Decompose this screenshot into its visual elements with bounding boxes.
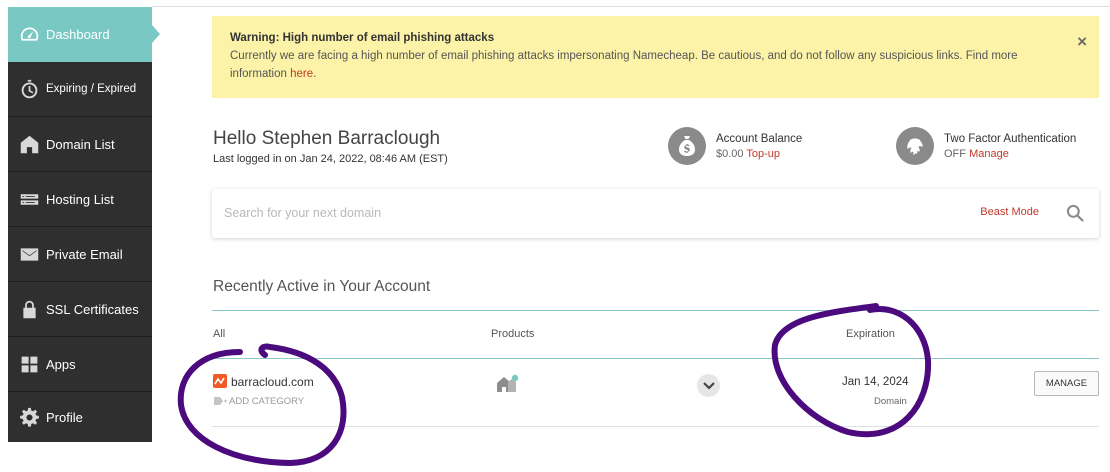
close-icon[interactable]: ×	[1077, 32, 1087, 52]
table-header-divider	[212, 358, 1099, 359]
column-header-expiration[interactable]: Expiration	[846, 328, 895, 340]
sidebar: Dashboard Expiring / Expired Domain List…	[8, 7, 160, 442]
sidebar-item-private-email[interactable]: Private Email	[8, 227, 152, 282]
last-login-text: Last logged in on Jan 24, 2022, 08:46 AM…	[213, 153, 448, 165]
stopwatch-icon	[18, 78, 40, 100]
sidebar-item-label: SSL Certificates	[46, 301, 139, 317]
sidebar-item-apps[interactable]: Apps	[8, 337, 152, 392]
two-factor-status: OFF	[944, 147, 966, 160]
beast-mode-link[interactable]: Beast Mode	[980, 206, 1039, 218]
account-balance-title: Account Balance	[716, 132, 803, 145]
fingerprint-icon	[896, 127, 934, 165]
two-factor-manage-link[interactable]: Manage	[969, 148, 1009, 160]
greeting-title: Hello Stephen Barraclough	[213, 128, 441, 149]
expand-row-button[interactable]	[697, 374, 720, 397]
active-indicator	[152, 25, 160, 43]
section-divider	[212, 310, 1099, 311]
sidebar-item-ssl-certificates[interactable]: SSL Certificates	[8, 282, 152, 337]
home-icon	[18, 133, 40, 155]
warning-title: Warning: High number of email phishing a…	[230, 32, 495, 44]
sidebar-item-label: Profile	[46, 409, 83, 425]
search-icon[interactable]	[1065, 203, 1085, 223]
money-bag-icon	[668, 127, 706, 165]
chevron-down-icon	[702, 381, 715, 390]
sidebar-item-label: Private Email	[46, 246, 123, 262]
phishing-warning-banner: Warning: High number of email phishing a…	[212, 16, 1099, 98]
sidebar-item-label: Domain List	[46, 136, 115, 152]
two-factor-title: Two Factor Authentication	[944, 132, 1077, 145]
domain-name[interactable]: barracloud.com	[231, 375, 314, 389]
recently-active-title: Recently Active in Your Account	[213, 278, 431, 295]
expiration-date: Jan 14, 2024	[842, 376, 909, 388]
search-input[interactable]	[224, 202, 924, 224]
add-category-link[interactable]: ADD CATEGORY	[229, 396, 304, 407]
sidebar-item-dashboard[interactable]: Dashboard	[8, 7, 160, 62]
gear-icon	[18, 406, 40, 428]
account-balance-value: $0.00	[716, 147, 744, 160]
warning-more-info-link[interactable]: here	[290, 68, 313, 80]
row-divider	[212, 426, 1099, 427]
top-up-link[interactable]: Top-up	[746, 148, 780, 160]
tag-plus-icon[interactable]	[214, 396, 227, 406]
domain-product-icon	[497, 374, 519, 392]
domain-search-bar: Beast Mode	[212, 189, 1099, 238]
annotation-circle-expiration	[771, 303, 932, 438]
sidebar-item-hosting-list[interactable]: Hosting List	[8, 172, 152, 227]
two-factor-widget: Two Factor Authentication OFF Manage	[896, 127, 1076, 165]
server-icon	[18, 188, 40, 210]
warning-text: Currently we are facing a high number of…	[230, 47, 1050, 83]
product-type: Domain	[874, 396, 907, 407]
envelope-icon	[18, 243, 40, 265]
sidebar-item-label: Expiring / Expired	[46, 83, 137, 95]
dashboard-gauge-icon	[18, 24, 40, 46]
sidebar-item-label: Apps	[46, 356, 76, 372]
sidebar-item-expiring[interactable]: Expiring / Expired	[8, 62, 152, 117]
apps-grid-icon	[18, 353, 40, 375]
warning-text-end: .	[313, 68, 317, 80]
sidebar-item-label: Hosting List	[46, 191, 114, 207]
sidebar-item-domain-list[interactable]: Domain List	[8, 117, 152, 172]
manage-button[interactable]: MANAGE	[1034, 371, 1099, 396]
warning-text-body: Currently we are facing a high number of…	[230, 50, 1018, 80]
account-balance-widget: Account Balance $0.00 Top-up	[668, 127, 802, 165]
column-header-products: Products	[491, 328, 535, 340]
sidebar-item-profile[interactable]: Profile	[8, 392, 152, 442]
domain-favicon	[213, 374, 227, 388]
sidebar-item-label: Dashboard	[46, 27, 110, 42]
lock-icon	[18, 298, 40, 320]
top-divider	[152, 6, 1110, 7]
column-header-all[interactable]: All	[213, 328, 225, 340]
